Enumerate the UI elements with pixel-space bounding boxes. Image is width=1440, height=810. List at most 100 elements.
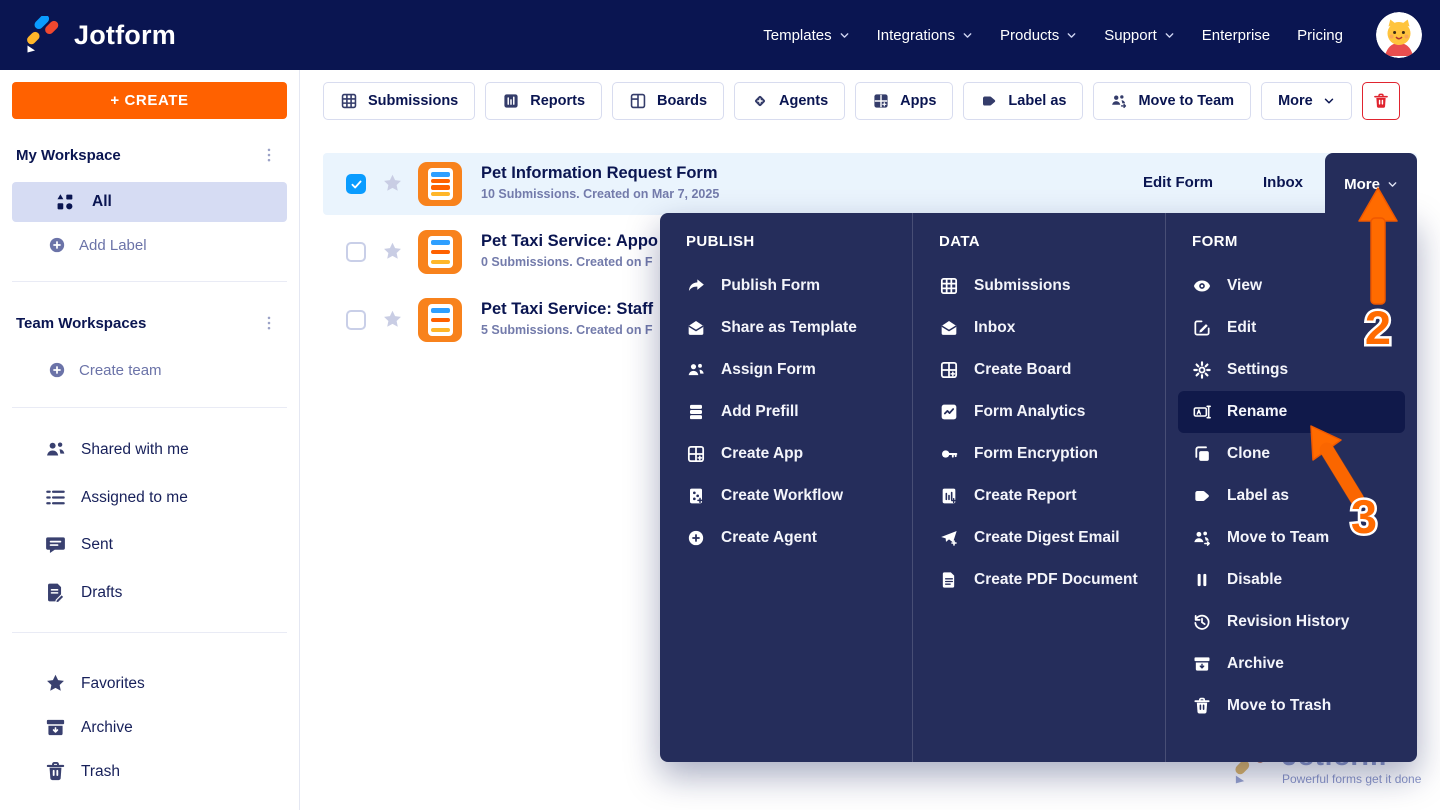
menu-item-create-agent[interactable]: Create Agent xyxy=(686,517,900,559)
circle-plus-icon xyxy=(686,528,706,548)
agents-button[interactable]: Agents xyxy=(734,82,845,120)
history-clock-icon xyxy=(1192,612,1212,632)
favorite-star-icon[interactable] xyxy=(381,172,404,195)
menu-item-edit[interactable]: Edit xyxy=(1192,307,1405,349)
analytics-icon xyxy=(939,402,959,422)
workflow-plus-icon xyxy=(686,486,706,506)
menu-item-create-workflow[interactable]: Create Workflow xyxy=(686,475,900,517)
row-more-button-active[interactable]: More xyxy=(1325,153,1417,215)
nav-item-integrations[interactable]: Integrations xyxy=(877,27,973,44)
envelope-icon xyxy=(686,318,706,338)
user-avatar[interactable] xyxy=(1376,12,1422,58)
chevron-down-icon xyxy=(1066,30,1077,41)
menu-item-assign-form[interactable]: Assign Form xyxy=(686,349,900,391)
apps-button[interactable]: Apps xyxy=(855,82,953,120)
menu-item-move-to-team[interactable]: Move to Team xyxy=(1192,517,1405,559)
menu-item-view[interactable]: View xyxy=(1192,265,1405,307)
nav-item-support[interactable]: Support xyxy=(1104,27,1175,44)
menu-item-create-digest-email[interactable]: Create Digest Email xyxy=(939,517,1153,559)
menu-header-publish: PUBLISH xyxy=(686,233,900,257)
chevron-down-icon xyxy=(839,30,850,41)
kebab-menu-icon[interactable] xyxy=(260,314,278,332)
chevron-down-icon xyxy=(1164,30,1175,41)
edit-pencil-icon xyxy=(1192,318,1212,338)
form-meta: 0 Submissions. Created on F xyxy=(481,255,653,269)
row-checkbox-checked[interactable] xyxy=(346,174,366,194)
toolbar-more-button[interactable]: More xyxy=(1261,82,1352,120)
gear-icon xyxy=(1192,360,1212,380)
nav-item-templates[interactable]: Templates xyxy=(763,27,849,44)
people-icon xyxy=(686,360,706,380)
delete-button[interactable] xyxy=(1362,82,1400,120)
submissions-button[interactable]: Submissions xyxy=(323,82,475,120)
menu-item-publish-form[interactable]: Publish Form xyxy=(686,265,900,307)
inbox-button[interactable]: Inbox xyxy=(1263,174,1303,191)
menu-header-form: FORM xyxy=(1192,233,1405,257)
menu-item-submissions[interactable]: Submissions xyxy=(939,265,1153,307)
nav-links: Templates Integrations Products Support … xyxy=(763,0,1422,70)
menu-item-settings[interactable]: Settings xyxy=(1192,349,1405,391)
menu-item-create-app[interactable]: Create App xyxy=(686,433,900,475)
menu-item-create-pdf-document[interactable]: Create PDF Document xyxy=(939,559,1153,601)
create-team-button[interactable]: Create team xyxy=(47,360,162,380)
menu-item-disable[interactable]: Disable xyxy=(1192,559,1405,601)
my-workspace-header: My Workspace xyxy=(16,146,278,164)
sidebar-item-archive[interactable]: Archive xyxy=(44,716,133,739)
draft-document-icon xyxy=(44,581,67,604)
boards-button[interactable]: Boards xyxy=(612,82,724,120)
check-icon xyxy=(350,178,363,191)
menu-item-create-board[interactable]: Create Board xyxy=(939,349,1153,391)
form-more-dropdown-menu: PUBLISH Publish Form Share as Template A… xyxy=(660,213,1417,762)
menu-item-add-prefill[interactable]: Add Prefill xyxy=(686,391,900,433)
eye-icon xyxy=(1192,276,1212,296)
chat-bubble-icon xyxy=(44,533,67,556)
form-row-pet-information[interactable]: Pet Information Request Form 10 Submissi… xyxy=(323,153,1417,215)
report-plus-icon xyxy=(939,486,959,506)
edit-form-button[interactable]: Edit Form xyxy=(1143,174,1213,191)
sidebar-item-sent[interactable]: Sent xyxy=(44,533,113,556)
jotform-logo[interactable]: Jotform xyxy=(24,16,176,54)
menu-item-clone[interactable]: Clone xyxy=(1192,433,1405,475)
form-title: Pet Taxi Service: Appo xyxy=(481,232,658,251)
avatar-image xyxy=(1376,12,1422,58)
agent-diamond-icon xyxy=(751,92,769,110)
sidebar-item-all[interactable]: All xyxy=(12,182,287,222)
reports-button[interactable]: Reports xyxy=(485,82,602,120)
menu-item-archive[interactable]: Archive xyxy=(1192,643,1405,685)
shared-people-icon xyxy=(44,438,67,461)
row-checkbox[interactable] xyxy=(346,310,366,330)
kebab-menu-icon[interactable] xyxy=(260,146,278,164)
trash-icon xyxy=(1372,92,1390,110)
sidebar-item-favorites[interactable]: Favorites xyxy=(44,672,145,695)
menu-item-inbox[interactable]: Inbox xyxy=(939,307,1153,349)
favorite-star-icon[interactable] xyxy=(381,240,404,263)
sidebar-item-drafts[interactable]: Drafts xyxy=(44,581,122,604)
menu-item-label-as[interactable]: Label as xyxy=(1192,475,1405,517)
stack-icon xyxy=(686,402,706,422)
menu-item-form-encryption[interactable]: Form Encryption xyxy=(939,433,1153,475)
menu-item-create-report[interactable]: Create Report xyxy=(939,475,1153,517)
menu-item-share-as-template[interactable]: Share as Template xyxy=(686,307,900,349)
menu-item-rename-highlighted[interactable]: Rename xyxy=(1178,391,1405,433)
nav-item-products[interactable]: Products xyxy=(1000,27,1077,44)
menu-item-move-to-trash[interactable]: Move to Trash xyxy=(1192,685,1405,727)
form-thumbnail-icon xyxy=(418,230,462,274)
sidebar-item-shared-with-me[interactable]: Shared with me xyxy=(44,438,189,461)
watermark-tagline: Powerful forms get it done xyxy=(1282,772,1421,786)
menu-item-form-analytics[interactable]: Form Analytics xyxy=(939,391,1153,433)
create-button[interactable]: + CREATE xyxy=(12,82,287,119)
label-as-button[interactable]: Label as xyxy=(963,82,1083,120)
row-checkbox[interactable] xyxy=(346,242,366,262)
sidebar-item-trash[interactable]: Trash xyxy=(44,760,120,783)
nav-item-enterprise[interactable]: Enterprise xyxy=(1202,27,1270,44)
tag-icon xyxy=(1192,486,1212,506)
board-icon xyxy=(629,92,647,110)
sidebar-item-assigned-to-me[interactable]: Assigned to me xyxy=(44,486,188,509)
menu-item-revision-history[interactable]: Revision History xyxy=(1192,601,1405,643)
favorite-star-icon[interactable] xyxy=(381,308,404,331)
nav-item-pricing[interactable]: Pricing xyxy=(1297,27,1343,44)
board-plus-icon xyxy=(939,360,959,380)
move-to-team-button[interactable]: Move to Team xyxy=(1093,82,1251,120)
chevron-down-icon xyxy=(1387,179,1398,190)
add-label-button[interactable]: Add Label xyxy=(47,235,147,255)
